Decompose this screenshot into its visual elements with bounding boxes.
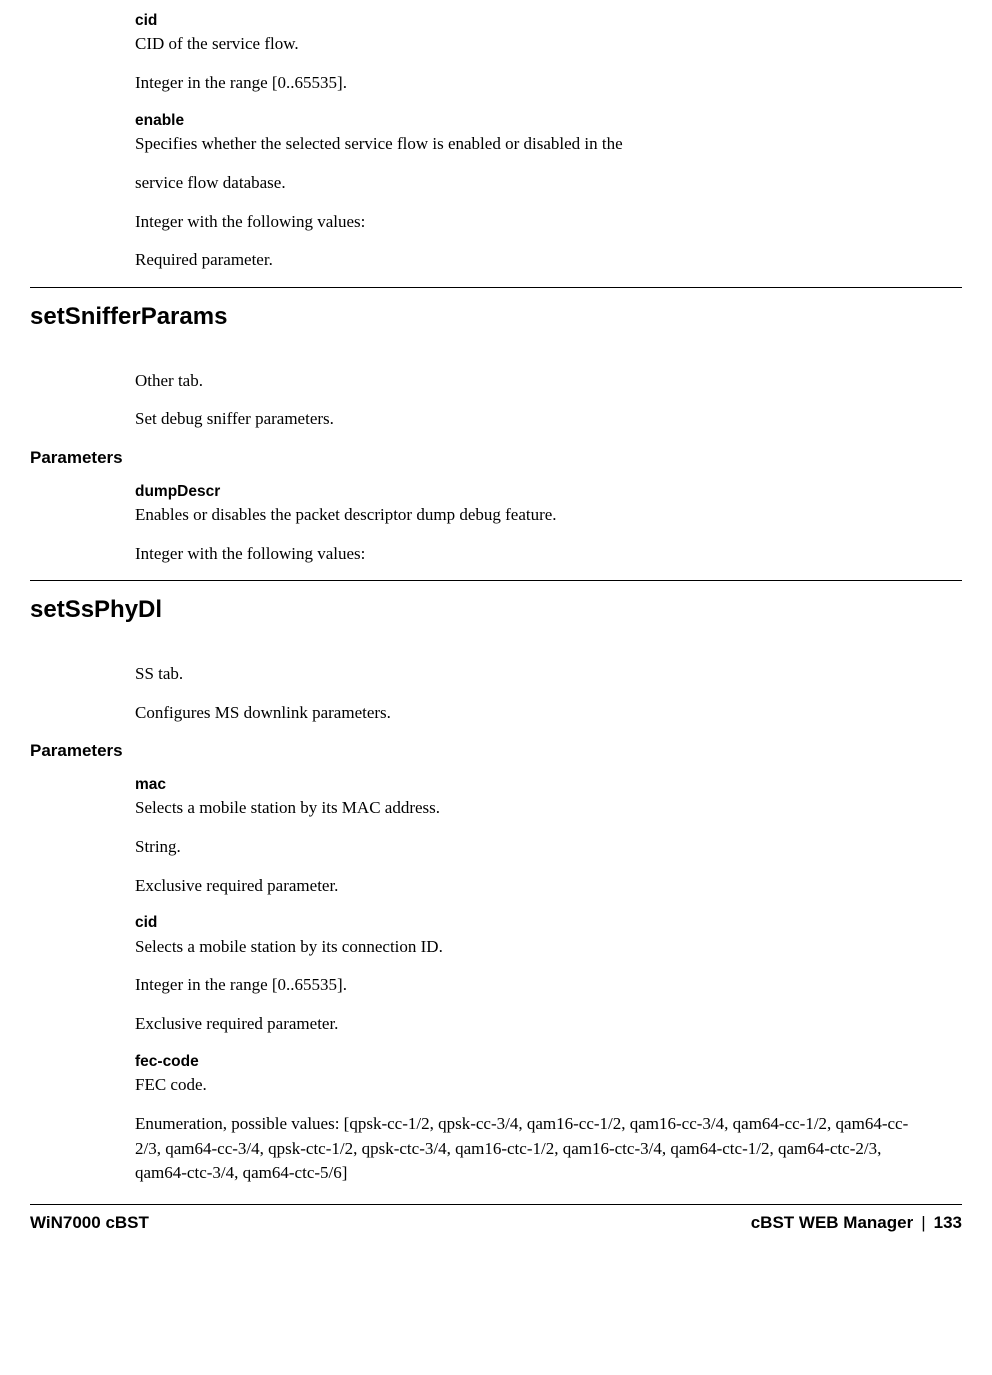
param-required: Required parameter. bbox=[135, 248, 917, 273]
param-values: Integer with the following values: bbox=[135, 210, 917, 235]
param-desc-line2: service flow database. bbox=[135, 171, 917, 196]
footer-title: cBST WEB Manager bbox=[751, 1211, 913, 1236]
param-required: Exclusive required parameter. bbox=[135, 874, 917, 899]
param-desc: CID of the service flow. bbox=[135, 32, 917, 57]
footer-right: cBST WEB Manager | 133 bbox=[751, 1211, 962, 1236]
section-divider bbox=[30, 580, 962, 581]
param-range: Integer in the range [0..65535]. bbox=[135, 71, 917, 96]
param-desc: Enables or disables the packet descripto… bbox=[135, 503, 917, 528]
param-name-fec-code: fec-code bbox=[135, 1051, 917, 1073]
content-block-ssphy: SS tab. Configures MS downlink parameter… bbox=[30, 662, 962, 725]
content-block-ssphy-params: mac Selects a mobile station by its MAC … bbox=[30, 774, 962, 1186]
param-type: String. bbox=[135, 835, 917, 860]
footer-separator: | bbox=[921, 1211, 925, 1236]
content-block-intro: cid CID of the service flow. Integer in … bbox=[30, 10, 962, 273]
param-name-enable: enable bbox=[135, 110, 917, 132]
param-enum: Enumeration, possible values: [qpsk-cc-1… bbox=[135, 1112, 917, 1186]
page: cid CID of the service flow. Integer in … bbox=[0, 10, 992, 1186]
param-desc-line1: Specifies whether the selected service f… bbox=[135, 132, 917, 157]
parameters-subheading: Parameters bbox=[30, 739, 962, 764]
section-heading-setSsPhyDl: setSsPhyDl bbox=[30, 593, 962, 628]
section-description: Set debug sniffer parameters. bbox=[135, 407, 917, 432]
tab-label: Other tab. bbox=[135, 369, 917, 394]
section-description: Configures MS downlink parameters. bbox=[135, 701, 917, 726]
param-desc: Selects a mobile station by its connecti… bbox=[135, 935, 917, 960]
param-range: Integer in the range [0..65535]. bbox=[135, 973, 917, 998]
footer-left: WiN7000 cBST bbox=[30, 1211, 149, 1236]
param-name-dumpDescr: dumpDescr bbox=[135, 481, 917, 503]
page-footer: WiN7000 cBST cBST WEB Manager | 133 bbox=[30, 1204, 962, 1236]
param-values: Integer with the following values: bbox=[135, 542, 917, 567]
param-name-cid: cid bbox=[135, 10, 917, 32]
param-desc: Selects a mobile station by its MAC addr… bbox=[135, 796, 917, 821]
section-heading-setSnifferParams: setSnifferParams bbox=[30, 300, 962, 335]
content-block-sniffer-params: dumpDescr Enables or disables the packet… bbox=[30, 481, 962, 567]
param-name-mac: mac bbox=[135, 774, 917, 796]
param-required: Exclusive required parameter. bbox=[135, 1012, 917, 1037]
tab-label: SS tab. bbox=[135, 662, 917, 687]
section-divider bbox=[30, 287, 962, 288]
parameters-subheading: Parameters bbox=[30, 446, 962, 471]
content-block-sniffer: Other tab. Set debug sniffer parameters. bbox=[30, 369, 962, 432]
page-number: 133 bbox=[934, 1211, 962, 1236]
param-desc: FEC code. bbox=[135, 1073, 917, 1098]
param-name-cid2: cid bbox=[135, 912, 917, 934]
